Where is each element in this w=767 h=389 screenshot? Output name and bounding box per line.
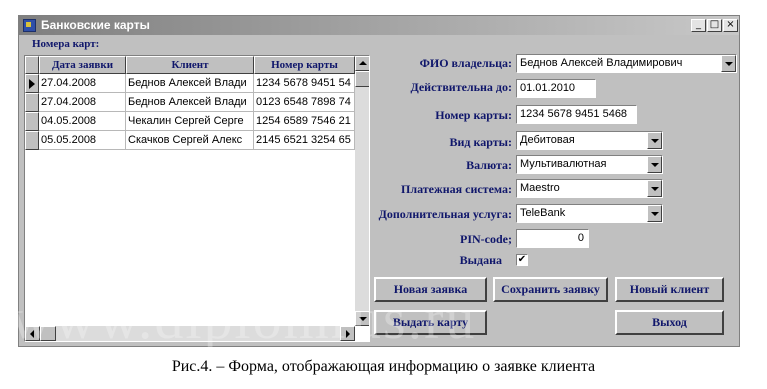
cell-date[interactable]: 05.05.2008: [39, 131, 126, 150]
cell-client[interactable]: Беднов Алексей Влади: [126, 93, 254, 112]
arrow-left-icon: [30, 330, 34, 338]
hscroll-thumb[interactable]: [40, 326, 56, 341]
owner-value: Беднов Алексей Владимирович: [520, 57, 683, 69]
extra-service-select[interactable]: TeleBank: [516, 204, 663, 223]
scroll-right-button[interactable]: [340, 326, 355, 341]
scroll-down-button[interactable]: [355, 311, 369, 326]
cell-card-number[interactable]: 0123 6548 7898 74: [254, 93, 355, 112]
payment-system-select[interactable]: Maestro: [516, 179, 663, 198]
scroll-thumb[interactable]: [355, 71, 369, 87]
horizontal-scrollbar[interactable]: [25, 326, 355, 341]
cell-date[interactable]: 27.04.2008: [39, 93, 126, 112]
cell-card-number[interactable]: 2145 6521 3254 65: [254, 131, 355, 150]
owner-label: ФИО владельца:: [419, 56, 512, 70]
currency-label: Валюта:: [466, 158, 512, 172]
table-row[interactable]: 05.05.2008 Скачков Сергей Алекс 2145 652…: [25, 131, 355, 150]
issue-card-button[interactable]: Выдать карту: [374, 310, 487, 335]
table-row[interactable]: 27.04.2008 Беднов Алексей Влади 1234 567…: [25, 74, 355, 93]
extra-service-value: TeleBank: [520, 207, 566, 219]
extra-service-label: Дополнительная услуга:: [378, 207, 512, 221]
arrow-down-icon: [359, 317, 367, 321]
title-bar: Банковские карты _ □ ×: [19, 16, 739, 35]
new-request-button[interactable]: Новая заявка: [374, 277, 487, 302]
valid-until-field[interactable]: 01.01.2010: [516, 79, 596, 98]
scroll-left-button[interactable]: [25, 326, 40, 341]
cell-card-number[interactable]: 1254 6589 7546 21: [254, 112, 355, 131]
arrow-up-icon: [359, 61, 367, 65]
current-row-indicator: [25, 74, 39, 93]
card-type-select[interactable]: Дебитовая: [516, 131, 663, 150]
cell-card-number[interactable]: 1234 5678 9451 54: [254, 74, 355, 93]
grid-header: Дата заявки Клиент Номер карты: [25, 56, 355, 74]
row-indicator: [25, 131, 39, 150]
column-header-client[interactable]: Клиент: [126, 56, 254, 74]
chevron-down-icon[interactable]: [647, 180, 662, 197]
issued-checkbox[interactable]: ✔: [516, 254, 528, 266]
app-icon: [23, 19, 36, 32]
chevron-down-icon[interactable]: [721, 55, 736, 72]
minimize-button[interactable]: _: [691, 19, 706, 32]
valid-until-label: Действительна до:: [410, 80, 512, 94]
cell-client[interactable]: Беднов Алексей Влади: [126, 74, 254, 93]
card-number-field[interactable]: 1234 5678 9451 5468: [516, 105, 637, 124]
bank-cards-window: Банковские карты _ □ × Номера карт: Дата…: [18, 15, 740, 347]
cell-client[interactable]: Скачков Сергей Алекс: [126, 131, 254, 150]
currency-select[interactable]: Мультивалютная: [516, 155, 663, 174]
chevron-down-icon[interactable]: [647, 156, 662, 173]
card-type-label: Вид карты:: [449, 135, 513, 149]
checkmark-icon: ✔: [517, 254, 527, 265]
exit-button[interactable]: Выход: [615, 310, 724, 335]
card-number-label: Номер карты:: [435, 108, 512, 122]
window-title: Банковские карты: [41, 18, 150, 32]
chevron-down-icon[interactable]: [647, 205, 662, 222]
payment-system-value: Maestro: [520, 182, 560, 194]
owner-select[interactable]: Беднов Алексей Владимирович: [516, 54, 737, 73]
currency-value: Мультивалютная: [520, 158, 607, 170]
cards-grid[interactable]: Дата заявки Клиент Номер карты 27.04.200…: [24, 55, 370, 342]
new-client-button[interactable]: Новый клиент: [615, 277, 724, 302]
vertical-scrollbar[interactable]: [355, 56, 369, 326]
table-row[interactable]: 04.05.2008 Чекалин Сергей Серге 1254 658…: [25, 112, 355, 131]
pin-field[interactable]: 0: [516, 229, 589, 248]
cell-date[interactable]: 27.04.2008: [39, 74, 126, 93]
payment-system-label: Платежная система:: [401, 182, 512, 196]
column-header-card-number[interactable]: Номер карты: [254, 56, 355, 74]
arrow-right-icon: [346, 330, 350, 338]
close-button[interactable]: ×: [723, 19, 738, 32]
figure-caption: Рис.4. – Форма, отображающая информацию …: [171, 358, 596, 375]
header-indicator: [25, 56, 39, 74]
cell-client[interactable]: Чекалин Сергей Серге: [126, 112, 254, 131]
table-row[interactable]: 27.04.2008 Беднов Алексей Влади 0123 654…: [25, 93, 355, 112]
row-indicator: [25, 112, 39, 131]
card-type-value: Дебитовая: [520, 134, 575, 146]
cards-label: Номера карт:: [32, 38, 100, 50]
row-indicator: [25, 93, 39, 112]
pin-label: PIN-code;: [460, 232, 512, 246]
scroll-up-button[interactable]: [355, 56, 369, 71]
save-request-button[interactable]: Сохранить заявку: [493, 277, 608, 302]
cell-date[interactable]: 04.05.2008: [39, 112, 126, 131]
chevron-down-icon[interactable]: [647, 132, 662, 149]
maximize-button[interactable]: □: [707, 19, 722, 32]
column-header-date[interactable]: Дата заявки: [39, 56, 126, 74]
issued-label: Выдана: [459, 253, 502, 267]
